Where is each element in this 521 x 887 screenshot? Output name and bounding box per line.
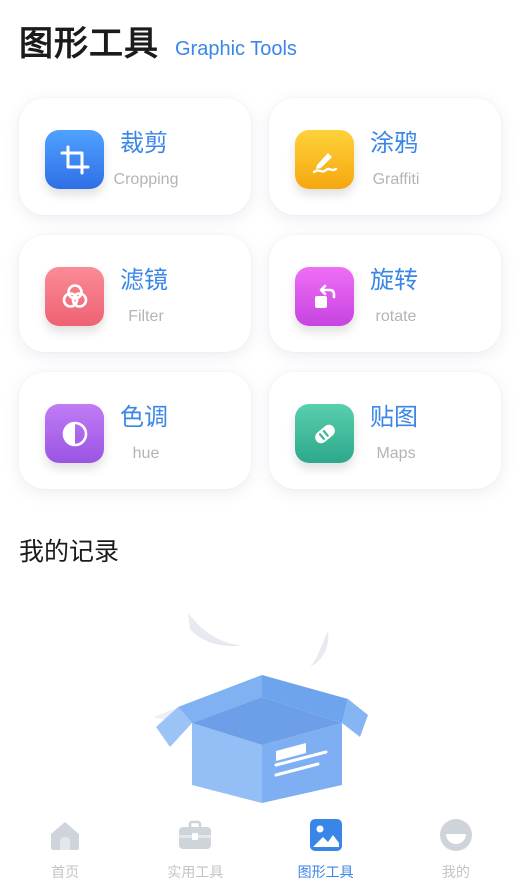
home-icon [51,822,80,850]
crop-tile [45,130,104,189]
toolbox-icon [179,820,212,849]
graffiti-pen-icon [312,152,337,173]
tool-name-en: Cropping [113,171,179,188]
sticker-icon [314,424,335,443]
tab-home[interactable]: 首页 [0,808,130,887]
tool-name-en: Maps [376,445,416,462]
hue-tile [45,404,104,463]
page-header: 图形工具 Graphic Tools [19,16,297,65]
tool-card-maps[interactable]: 贴图 Maps [269,372,501,489]
tool-name-cn: 滤镜 [120,266,168,294]
tool-name-en: hue [132,445,160,462]
tab-label: 实用工具 [167,865,224,881]
tool-name-en: Filter [128,308,164,325]
profile-icon [439,819,472,851]
tool-name-cn: 裁剪 [120,129,168,157]
bottom-tab-bar: 首页 实用工具 图形工具 我的 [0,808,521,887]
tool-card-filter[interactable]: 滤镜 Filter [19,235,251,352]
tab-graphic-tools[interactable]: 图形工具 [261,808,391,887]
tool-name-en: rotate [375,308,417,325]
tools-grid: 裁剪 Cropping 涂鸦 Graffiti 滤镜 Filter 旋转 rot… [19,98,503,489]
image-icon [309,819,342,851]
filter-circles-icon [62,283,87,308]
tab-label: 我的 [441,865,470,881]
tab-utilities[interactable]: 实用工具 [130,808,260,887]
tool-card-hue[interactable]: 色调 hue [19,372,251,489]
tool-card-rotate[interactable]: 旋转 rotate [269,235,501,352]
tool-card-cropping[interactable]: 裁剪 Cropping [19,98,251,215]
tab-mine[interactable]: 我的 [391,808,521,887]
empty-box-illustration [153,613,368,803]
graphic-tools-page: 图形工具 Graphic Tools 裁剪 Cropping 涂鸦 Graffi… [0,0,521,887]
maps-tile [295,404,354,463]
rotate-icon [314,284,335,308]
tool-name-cn: 旋转 [370,266,418,294]
hue-contrast-icon [62,421,87,446]
crop-icon [60,145,89,174]
tab-label: 图形工具 [297,865,354,881]
tool-name-cn: 贴图 [370,403,418,431]
records-title: 我的记录 [19,537,120,566]
rotate-tile [295,267,354,326]
tool-card-graffiti[interactable]: 涂鸦 Graffiti [269,98,501,215]
page-subtitle: Graphic Tools [175,38,297,60]
tab-label: 首页 [51,865,80,881]
filter-tile [45,267,104,326]
graffiti-tile [295,130,354,189]
tool-name-cn: 涂鸦 [370,129,418,157]
tool-name-en: Graffiti [372,171,420,188]
tool-name-cn: 色调 [120,403,168,431]
page-title: 图形工具 [19,24,159,64]
